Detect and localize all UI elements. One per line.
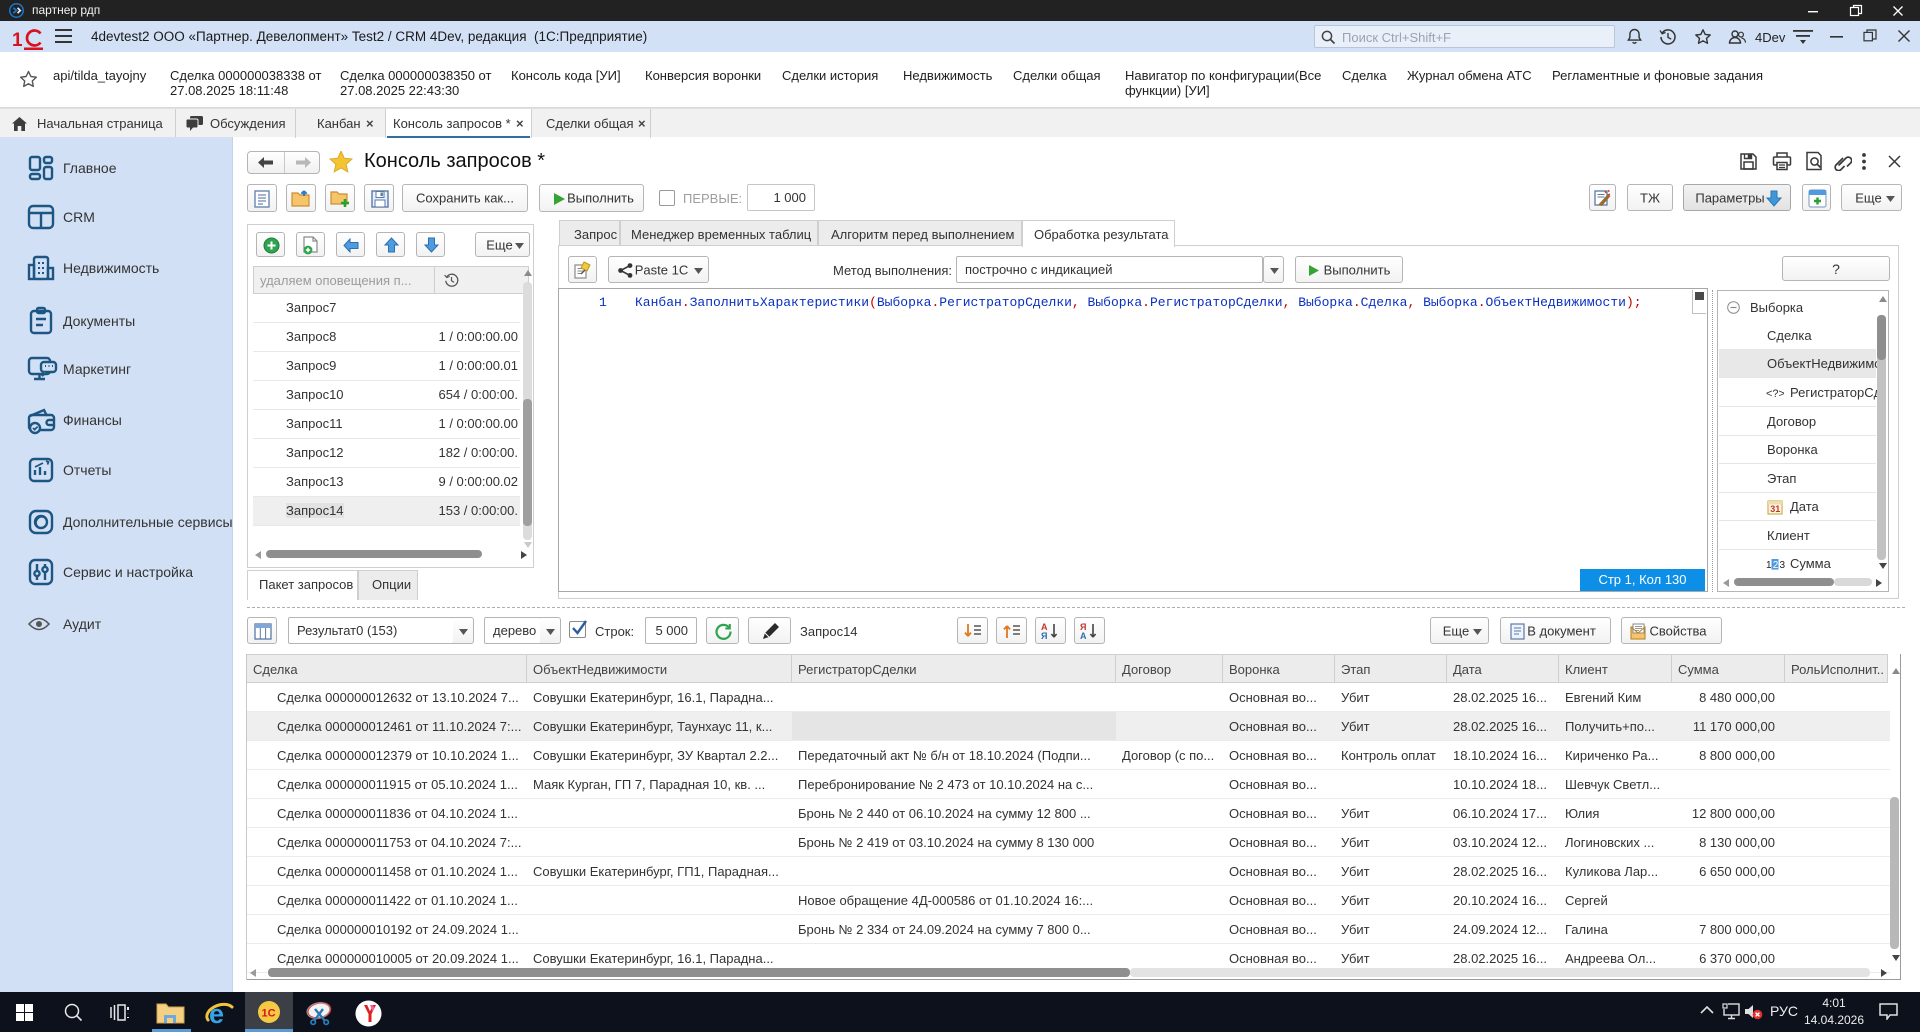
svg-text:3: 3 bbox=[1780, 560, 1786, 570]
svg-text:1: 1 bbox=[12, 30, 23, 51]
svg-text:2: 2 bbox=[1773, 560, 1779, 570]
svg-text:<?>: <?> bbox=[1766, 388, 1784, 399]
svg-text:Я: Я bbox=[1041, 631, 1047, 641]
svg-text:А: А bbox=[1080, 631, 1087, 641]
svg-text:1С: 1С bbox=[262, 1008, 276, 1020]
svg-text:1: 1 bbox=[1766, 560, 1772, 570]
svg-text:31: 31 bbox=[1770, 504, 1780, 514]
